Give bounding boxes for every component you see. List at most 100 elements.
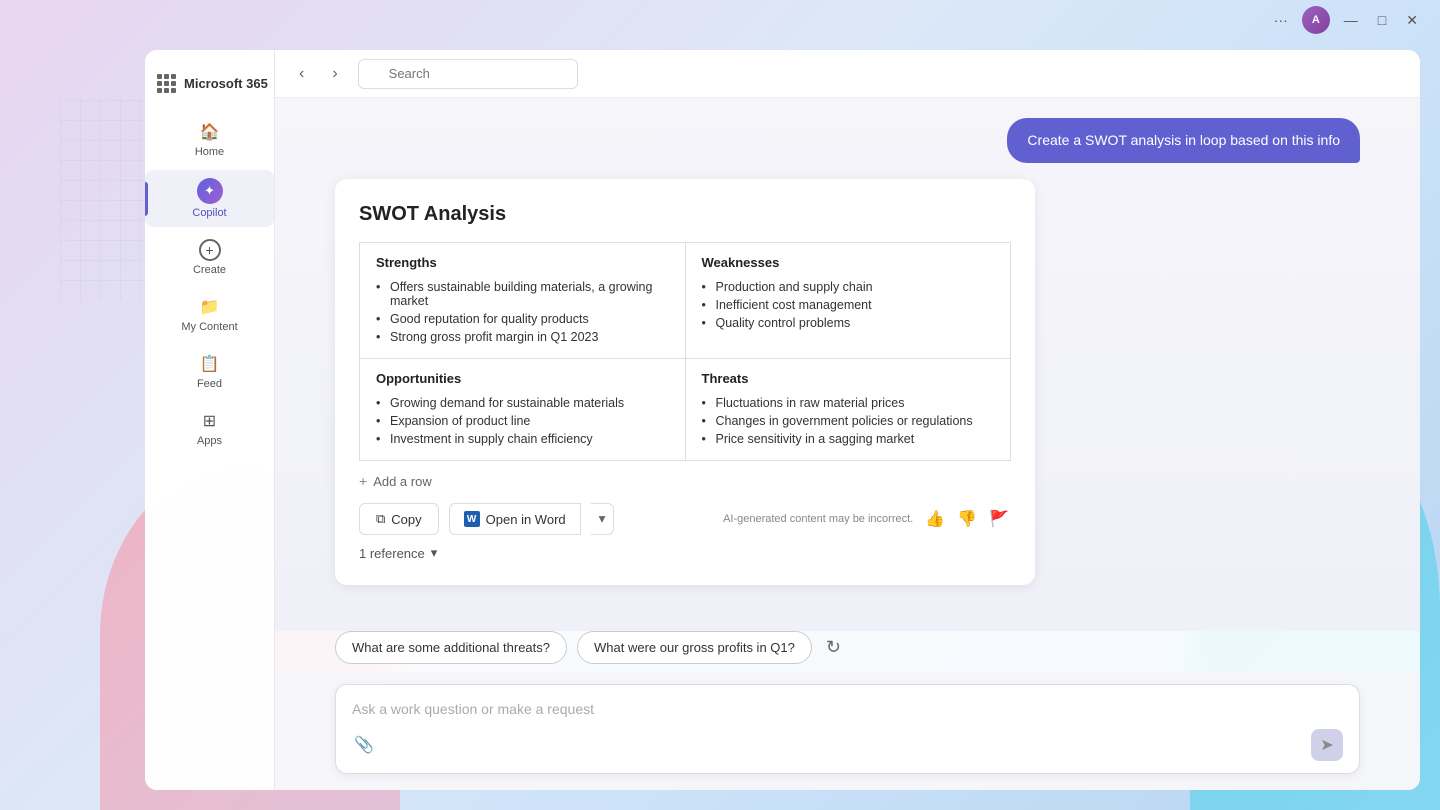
list-item: Fluctuations in raw material prices — [702, 394, 995, 412]
list-item: Inefficient cost management — [702, 296, 995, 314]
sidebar: Microsoft 365 🏠 Home ✦ Copilot + Create … — [145, 50, 275, 790]
sidebar-item-create-label: Create — [193, 264, 226, 276]
sidebar-item-apps-label: Apps — [197, 435, 222, 447]
swot-row-bottom: Opportunities Growing demand for sustain… — [360, 359, 1011, 461]
sidebar-item-feed[interactable]: 📋 Feed — [145, 345, 274, 398]
add-row-label: Add a row — [373, 474, 432, 489]
user-bubble: Create a SWOT analysis in loop based on … — [1007, 118, 1360, 163]
swot-cell-weaknesses: Weaknesses Production and supply chain I… — [685, 243, 1011, 359]
list-item: Changes in government policies or regula… — [702, 412, 995, 430]
more-button[interactable]: ··· — [1268, 10, 1294, 30]
swot-row-top: Strengths Offers sustainable building ma… — [360, 243, 1011, 359]
chat-input[interactable] — [352, 697, 1343, 721]
back-button[interactable]: ‹ — [291, 61, 312, 87]
swot-cell-strengths: Strengths Offers sustainable building ma… — [360, 243, 686, 359]
suggestions-row: What are some additional threats? What w… — [275, 631, 1420, 664]
strengths-list: Offers sustainable building materials, a… — [376, 278, 669, 346]
create-icon: + — [199, 239, 221, 261]
open-word-dropdown-button[interactable]: ▾ — [591, 503, 615, 535]
swot-cell-opportunities: Opportunities Growing demand for sustain… — [360, 359, 686, 461]
forward-button[interactable]: › — [324, 61, 345, 87]
open-word-label: Open in Word — [486, 512, 566, 527]
topbar: ··· A — □ ✕ — [0, 0, 1440, 40]
sidebar-item-copilot[interactable]: ✦ Copilot — [145, 170, 274, 227]
minimize-button[interactable]: — — [1338, 10, 1364, 30]
feed-icon: 📋 — [199, 353, 221, 375]
suggestion-chip-threats[interactable]: What are some additional threats? — [335, 631, 567, 664]
weaknesses-list: Production and supply chain Inefficient … — [702, 278, 995, 332]
swot-title: SWOT Analysis — [359, 203, 1011, 226]
apps-grid-icon — [157, 74, 176, 93]
copy-button[interactable]: ⧉ Copy — [359, 503, 439, 535]
send-icon: ➤ — [1320, 735, 1333, 755]
weaknesses-header: Weaknesses — [702, 255, 995, 270]
sidebar-logo: Microsoft 365 — [145, 66, 274, 101]
list-item: Price sensitivity in a sagging market — [702, 430, 995, 448]
ai-response-card: SWOT Analysis Strengths Offers sustainab… — [335, 179, 1035, 585]
list-item: Production and supply chain — [702, 278, 995, 296]
home-icon: 🏠 — [199, 121, 221, 143]
header: ‹ › 🔍 — [275, 50, 1420, 98]
avatar[interactable]: A — [1302, 6, 1330, 34]
ai-disclaimer: AI-generated content may be incorrect. — [624, 513, 913, 525]
main-window: Microsoft 365 🏠 Home ✦ Copilot + Create … — [145, 50, 1420, 790]
reference-row[interactable]: 1 reference ▾ — [359, 545, 1011, 561]
maximize-button[interactable]: □ — [1372, 10, 1392, 30]
input-area: 📎 ➤ — [275, 672, 1420, 790]
sidebar-item-home-label: Home — [195, 146, 224, 158]
open-in-word-button[interactable]: W Open in Word — [449, 503, 581, 535]
list-item: Good reputation for quality products — [376, 310, 669, 328]
opportunities-header: Opportunities — [376, 371, 669, 386]
chevron-down-icon: ▾ — [599, 511, 606, 526]
sidebar-item-apps[interactable]: ⊞ Apps — [145, 402, 274, 455]
close-button[interactable]: ✕ — [1400, 10, 1424, 31]
search-input[interactable] — [358, 59, 578, 89]
thumbs-down-button[interactable]: 👎 — [955, 507, 979, 531]
word-icon: W — [464, 511, 480, 527]
swot-cell-threats: Threats Fluctuations in raw material pri… — [685, 359, 1011, 461]
action-row: ⧉ Copy W Open in Word ▾ AI-generated con… — [359, 503, 1011, 535]
sidebar-item-home[interactable]: 🏠 Home — [145, 113, 274, 166]
sidebar-item-my-content[interactable]: 📁 My Content — [145, 288, 274, 341]
list-item: Expansion of product line — [376, 412, 669, 430]
user-prompt: Create a SWOT analysis in loop based on … — [1007, 118, 1360, 163]
threats-list: Fluctuations in raw material prices Chan… — [702, 394, 995, 448]
sidebar-item-feed-label: Feed — [197, 378, 222, 390]
apps-icon: ⊞ — [199, 410, 221, 432]
list-item: Offers sustainable building materials, a… — [376, 278, 669, 310]
suggestion-chip-profits[interactable]: What were our gross profits in Q1? — [577, 631, 812, 664]
add-row-icon: + — [359, 473, 367, 489]
refresh-suggestions-button[interactable]: ↻ — [822, 633, 845, 662]
add-row-button[interactable]: + Add a row — [359, 473, 1011, 489]
copy-label: Copy — [391, 512, 421, 527]
sidebar-item-my-content-label: My Content — [181, 321, 237, 333]
list-item: Strong gross profit margin in Q1 2023 — [376, 328, 669, 346]
flag-button[interactable]: 🚩 — [987, 507, 1011, 531]
feedback-icons: 👍 👎 🚩 — [923, 507, 1011, 531]
list-item: Quality control problems — [702, 314, 995, 332]
sidebar-item-copilot-label: Copilot — [192, 207, 226, 219]
chevron-down-icon: ▾ — [431, 545, 438, 561]
send-button[interactable]: ➤ — [1311, 729, 1343, 761]
search-wrapper: 🔍 — [358, 59, 858, 89]
list-item: Growing demand for sustainable materials — [376, 394, 669, 412]
input-box: 📎 ➤ — [335, 684, 1360, 774]
strengths-header: Strengths — [376, 255, 669, 270]
swot-table: Strengths Offers sustainable building ma… — [359, 242, 1011, 461]
active-indicator — [145, 181, 148, 215]
copy-icon: ⧉ — [376, 511, 385, 527]
my-content-icon: 📁 — [199, 296, 221, 318]
window-controls: ··· A — □ ✕ — [1268, 6, 1424, 34]
copilot-icon: ✦ — [197, 178, 223, 204]
app-title: Microsoft 365 — [184, 76, 268, 91]
thumbs-up-button[interactable]: 👍 — [923, 507, 947, 531]
threats-header: Threats — [702, 371, 995, 386]
list-item: Investment in supply chain efficiency — [376, 430, 669, 448]
reference-label: 1 reference — [359, 546, 425, 561]
attach-button[interactable]: 📎 — [352, 733, 376, 757]
sidebar-item-create[interactable]: + Create — [145, 231, 274, 284]
input-bottom: 📎 ➤ — [352, 729, 1343, 761]
content-area: ‹ › 🔍 Create a SWOT analysis in loop bas… — [275, 50, 1420, 790]
opportunities-list: Growing demand for sustainable materials… — [376, 394, 669, 448]
chat-area: Create a SWOT analysis in loop based on … — [275, 98, 1420, 631]
